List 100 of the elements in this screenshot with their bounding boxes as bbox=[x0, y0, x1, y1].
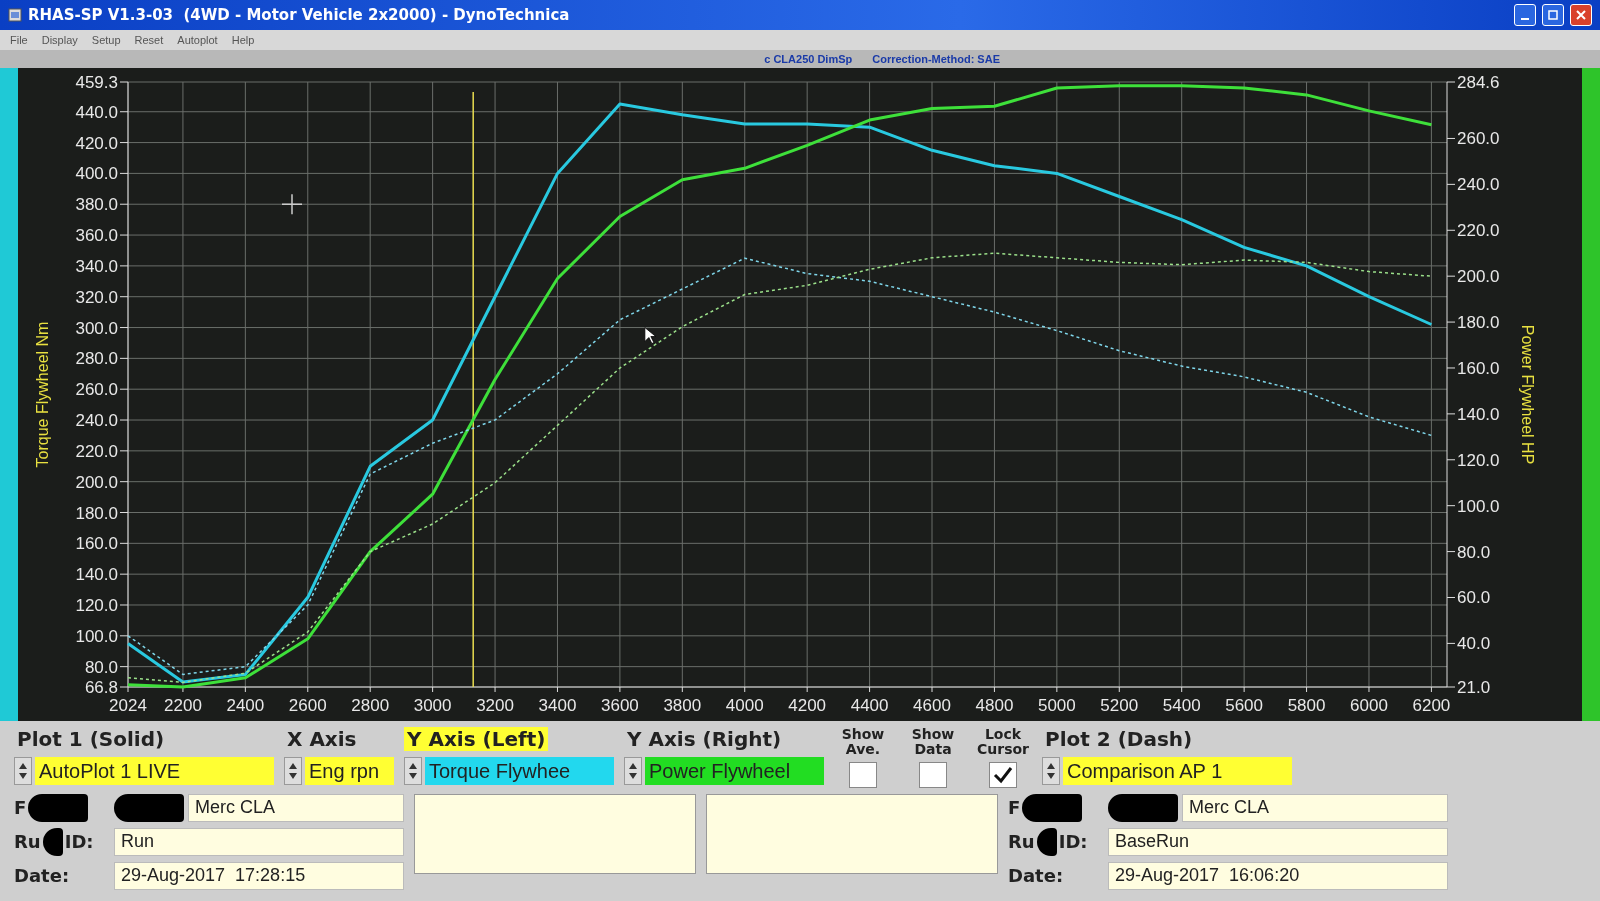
axis-tick-label: 320.0 bbox=[75, 287, 118, 307]
axis-tick-label: 4400 bbox=[850, 696, 889, 715]
axis-tick-label: 420.0 bbox=[75, 133, 118, 153]
field-label: Date: bbox=[14, 865, 70, 887]
section-heading: Y Axis (Left) bbox=[404, 727, 549, 751]
axis-tick-label: 140.0 bbox=[75, 565, 118, 585]
info-text: Correction-Method: SAE bbox=[872, 53, 1000, 65]
spinner-button[interactable] bbox=[284, 757, 302, 785]
spinner-button[interactable] bbox=[14, 757, 32, 785]
spinner-arrows-icon bbox=[628, 761, 638, 781]
axis-tick-label: 360.0 bbox=[75, 226, 118, 246]
axis-tick-label: 160.0 bbox=[1457, 358, 1500, 378]
axis-tick-label: 100.0 bbox=[1457, 496, 1500, 516]
menu-item[interactable]: Display bbox=[41, 34, 78, 46]
axis-tick-label: 3200 bbox=[476, 696, 514, 715]
spinner-arrows-icon bbox=[288, 761, 298, 781]
axis-tick-label: 21.0 bbox=[1457, 678, 1491, 697]
spinner-arrows-icon bbox=[18, 761, 28, 781]
field-label: F bbox=[14, 797, 27, 819]
spinner-button[interactable] bbox=[1042, 757, 1060, 785]
axis-tick-label: 300.0 bbox=[75, 318, 118, 338]
axis-tick-label: 260.0 bbox=[75, 380, 118, 400]
menu-item[interactable]: Setup bbox=[91, 34, 121, 46]
text-field[interactable]: 29-Aug-2017 17:28:15 bbox=[114, 861, 404, 890]
field-label: ID: bbox=[64, 831, 94, 853]
menu-item[interactable]: Reset bbox=[134, 34, 164, 46]
axis-tick-label: 440.0 bbox=[75, 102, 118, 122]
axis-tick-label: 2600 bbox=[288, 696, 327, 715]
selector-field[interactable]: AutoPlot 1 LIVE bbox=[35, 757, 274, 785]
menu-item[interactable]: Help bbox=[231, 34, 255, 46]
selector-field[interactable]: Comparison AP 1 bbox=[1063, 757, 1292, 785]
text-field[interactable]: BaseRun bbox=[1108, 827, 1448, 856]
axis-tick-label: 2800 bbox=[351, 696, 390, 715]
checkbox[interactable] bbox=[919, 761, 947, 788]
field-label: ID: bbox=[1058, 831, 1088, 853]
axis-tick-label: 5400 bbox=[1162, 696, 1201, 715]
text-field[interactable]: Merc CLA bbox=[1182, 793, 1448, 822]
minimize-button[interactable] bbox=[1514, 4, 1536, 26]
axis-tick-label: 80.0 bbox=[1457, 542, 1491, 562]
section-heading: Y Axis (Right) bbox=[626, 727, 783, 751]
axis-tick-label: 4200 bbox=[788, 696, 827, 715]
axis-tick-label: 220.0 bbox=[75, 441, 118, 461]
checkbox[interactable] bbox=[989, 761, 1017, 788]
selector-field[interactable]: Eng rpn bbox=[305, 757, 394, 785]
spinner-button[interactable] bbox=[404, 757, 422, 785]
axis-tick-label: 3800 bbox=[663, 696, 702, 715]
selector-field[interactable]: Power Flywheel bbox=[645, 757, 824, 785]
axis-tick-label: 240.0 bbox=[1457, 175, 1500, 195]
axis-tick-label: 160.0 bbox=[75, 534, 118, 554]
field-label: F bbox=[1008, 797, 1021, 819]
window-title: RHAS-SP V1.3-03 (4WD - Motor Vehicle 2x2000) - DynoTechnica bbox=[28, 6, 571, 24]
axis-tick-label: 2200 bbox=[164, 696, 202, 715]
checkbox-label: Show Data bbox=[910, 727, 956, 758]
axis-tick-label: 240.0 bbox=[75, 411, 118, 431]
axis-tick-label: 400.0 bbox=[75, 164, 118, 184]
notes-box[interactable] bbox=[414, 793, 696, 874]
close-button[interactable] bbox=[1570, 4, 1592, 26]
checkmark-icon bbox=[993, 765, 1013, 784]
axis-tick-label: 180.0 bbox=[1457, 313, 1500, 333]
axis-tick-label: 5800 bbox=[1287, 696, 1326, 715]
axis-tick-label: 220.0 bbox=[1457, 221, 1500, 241]
axis-tick-label: 4000 bbox=[725, 696, 764, 715]
redaction-block bbox=[114, 793, 184, 822]
axis-tick-label: 120.0 bbox=[75, 596, 118, 615]
redaction-block bbox=[1108, 793, 1178, 822]
axis-tick-label: 2024 bbox=[109, 696, 147, 715]
minimize-icon bbox=[1521, 18, 1529, 20]
axis-tick-label: 380.0 bbox=[75, 195, 118, 215]
spinner-arrows-icon bbox=[408, 761, 418, 781]
axis-tick-label: 280.0 bbox=[75, 349, 118, 369]
spinner-button[interactable] bbox=[624, 757, 642, 785]
axis-tick-label: 459.3 bbox=[75, 73, 118, 92]
checkbox-label: Show Ave. bbox=[840, 727, 886, 758]
axis-tick-label: 6000 bbox=[1350, 696, 1388, 715]
axis-tick-label: 66.8 bbox=[84, 678, 118, 697]
selector-field[interactable]: Torque Flywhee bbox=[425, 757, 614, 785]
checkbox[interactable] bbox=[849, 761, 877, 788]
axis-tick-label: 3000 bbox=[413, 696, 452, 715]
axis-tick-label: 4800 bbox=[975, 696, 1014, 715]
field-label: Ru bbox=[14, 831, 41, 853]
axis-tick-label: 2400 bbox=[226, 696, 265, 715]
text-field[interactable]: Run bbox=[114, 827, 404, 856]
axis-tick-label: 3600 bbox=[601, 696, 639, 715]
axis-title: Torque Flywheel Nm bbox=[34, 321, 51, 468]
axis-tick-label: 100.0 bbox=[75, 626, 118, 646]
section-heading: X Axis bbox=[286, 727, 358, 751]
field-label: Date: bbox=[1008, 865, 1064, 887]
axis-tick-label: 60.0 bbox=[1457, 588, 1491, 608]
notes-box[interactable] bbox=[706, 793, 998, 874]
mouse-pointer-icon bbox=[644, 327, 657, 344]
axis-tick-label: 260.0 bbox=[1457, 129, 1500, 149]
section-heading: Plot 2 (Dash) bbox=[1044, 727, 1194, 751]
text-field[interactable]: 29-Aug-2017 16:06:20 bbox=[1108, 861, 1448, 890]
text-field[interactable]: Merc CLA bbox=[188, 793, 404, 822]
field-label: Ru bbox=[1008, 831, 1035, 853]
menu-item[interactable]: Autoplot bbox=[177, 34, 218, 46]
maximize-button[interactable] bbox=[1542, 4, 1564, 26]
axis-tick-label: 284.6 bbox=[1457, 73, 1500, 92]
app-icon bbox=[8, 8, 22, 22]
menu-item[interactable]: File bbox=[10, 34, 28, 46]
